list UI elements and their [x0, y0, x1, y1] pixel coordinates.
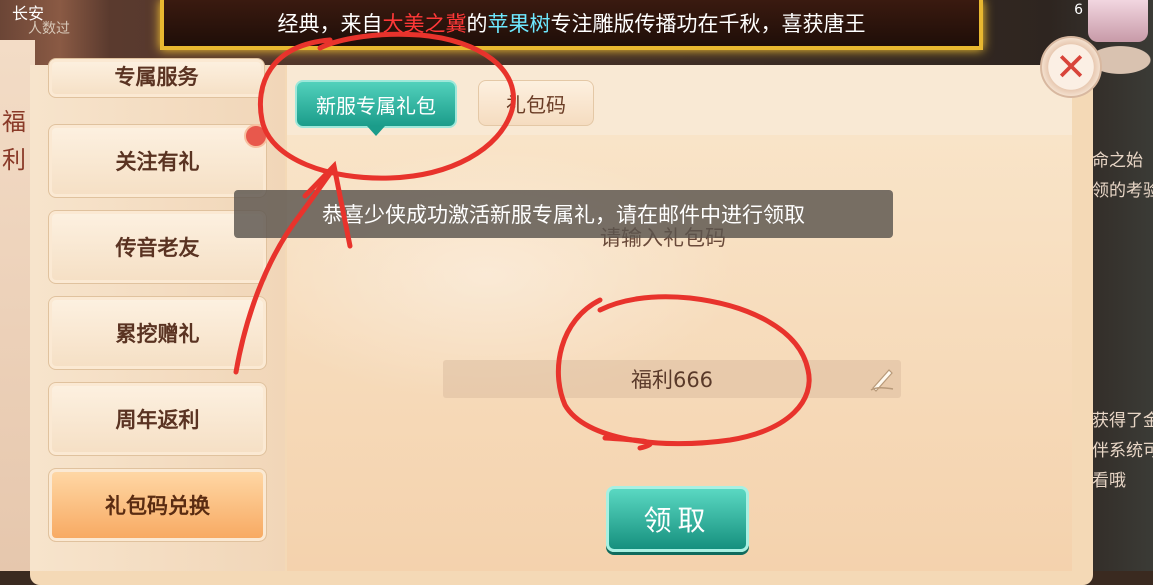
sidebar-item-label: 专属服务	[114, 65, 199, 89]
tab-label: 新服专属礼包	[316, 93, 436, 118]
close-button[interactable]: ✕	[1040, 36, 1102, 98]
notification-dot	[244, 124, 268, 148]
tab-gift-code[interactable]: 礼包码	[478, 80, 594, 126]
sidebar-item-anniversary-rebate[interactable]: 周年返利	[48, 382, 267, 456]
marquee-item-name: 苹果树	[487, 12, 551, 36]
sidebar-item-exclusive-service[interactable]: 专属服务	[48, 58, 265, 98]
sidebar-item-dig-gift[interactable]: 累挖赠礼	[48, 296, 267, 370]
left-glyph-1: 福	[2, 108, 26, 136]
tab-label: 礼包码	[506, 92, 566, 117]
avatar[interactable]	[1088, 0, 1148, 42]
marquee-suffix: 专注雕版传播功在千秋，喜获唐王	[550, 12, 866, 36]
top-right-number: 6	[1074, 2, 1083, 18]
tab-new-server-gift[interactable]: 新服专属礼包	[295, 80, 457, 136]
close-icon: ✕	[1055, 45, 1087, 89]
sidebar-item-label: 传音老友	[115, 236, 200, 260]
claim-button[interactable]: 领取	[606, 486, 749, 552]
sidebar-item-follow-gift[interactable]: 关注有礼	[48, 124, 267, 198]
gift-code-value: 福利666	[630, 368, 714, 392]
marquee-mid: 的	[466, 12, 488, 36]
marquee-prefix: 经典，来自	[277, 12, 383, 36]
sidebar-item-gift-code-redeem[interactable]: 礼包码兑换	[48, 468, 267, 542]
sidebar-item-label: 周年返利	[115, 408, 200, 432]
toast-message: 恭喜少侠成功激活新服专属礼，请在邮件中进行领取	[234, 190, 893, 238]
edit-icon[interactable]	[869, 364, 895, 392]
marquee-player-name: 大美之冀	[382, 12, 467, 36]
sidebar-item-label: 关注有礼	[115, 150, 200, 174]
left-glyph-2: 利	[2, 146, 26, 174]
gift-code-input[interactable]: 福利666	[443, 360, 901, 398]
sidebar-item-label: 礼包码兑换	[105, 494, 210, 518]
sidebar-item-label: 累挖赠礼	[115, 322, 200, 346]
announcement-marquee: 经典，来自 大美之冀 的 苹果树 专注雕版传播功在千秋，喜获唐王	[160, 0, 983, 50]
location-subtext: 人数过	[28, 21, 70, 37]
